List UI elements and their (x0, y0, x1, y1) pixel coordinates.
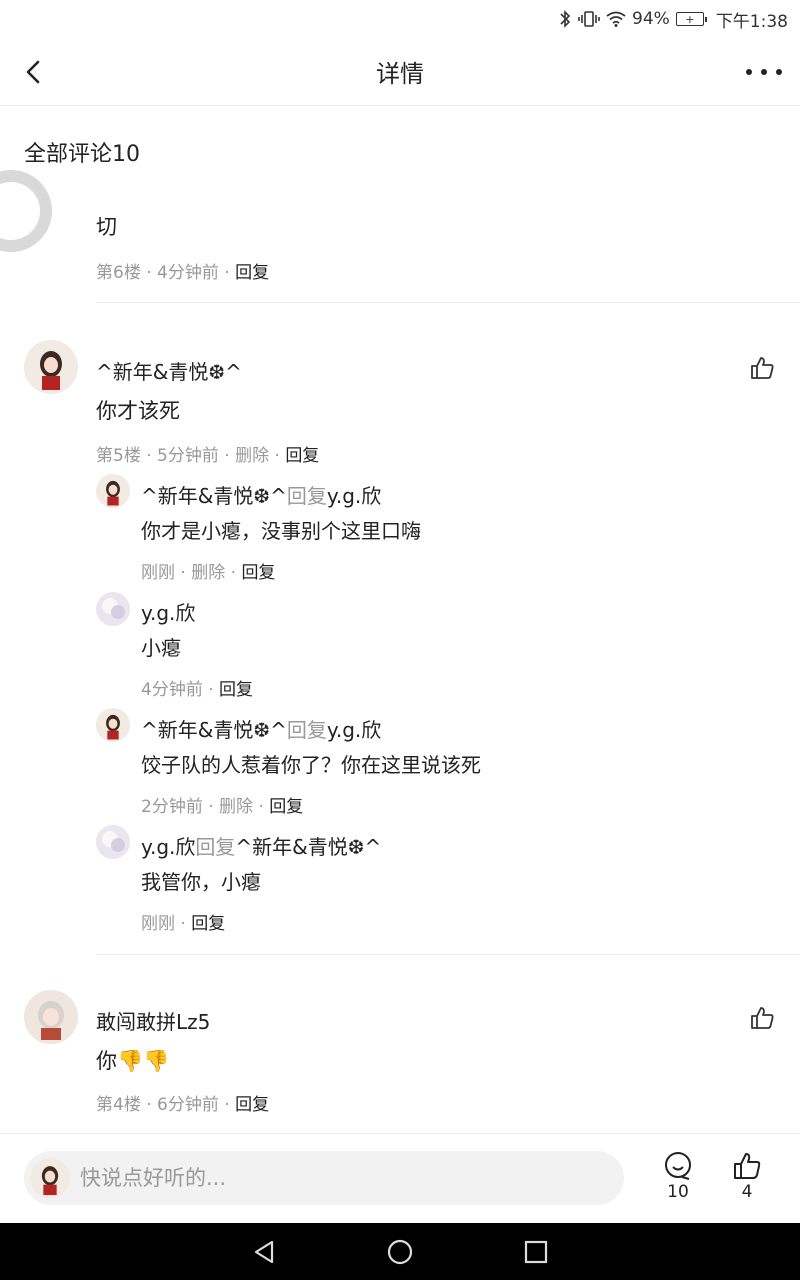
comment-count: 10 (667, 1182, 689, 1202)
page-title: 详情 (376, 60, 424, 88)
floor-label: 第6楼 (96, 263, 141, 283)
like-icon[interactable] (748, 1004, 776, 1032)
reply-author[interactable]: y.g.欣 (141, 597, 195, 626)
delete-button[interactable]: 删除 (191, 563, 225, 583)
floor-label: 第4楼 (96, 1095, 141, 1115)
more-options-icon[interactable] (746, 60, 782, 84)
reply-to-label: 回复 (195, 835, 236, 859)
vibrate-icon (578, 10, 600, 28)
reply-button[interactable]: 回复 (219, 680, 253, 700)
reply-author-line: ^新年&青悦❆^回复y.g.欣 (141, 480, 381, 509)
reply-meta: 刚刚 · 回复 (141, 914, 226, 934)
comment-list[interactable]: 切 第6楼 · 4分钟前 · 回复 ^新年&青悦❆^ 你才该死 第5楼 · 5分… (0, 175, 800, 1133)
comment-item: 敢闯敢拼Lz5 你👎👎 第4楼 · 6分钟前 · 回复 (0, 990, 800, 1133)
status-bar: 94% + 下午1:38 (0, 0, 800, 38)
comment-text: 你才该死 (96, 399, 180, 423)
avatar (30, 1158, 70, 1198)
reply-time: 刚刚 (141, 914, 175, 934)
comment-time: 6分钟前 (157, 1095, 219, 1115)
battery-icon: + (675, 12, 707, 26)
reply-author[interactable]: ^新年&青悦❆^ (141, 718, 287, 742)
reply-to-label: 回复 (286, 718, 327, 742)
battery-plus: + (685, 12, 695, 26)
nav-recents-icon[interactable] (522, 1238, 550, 1266)
reply-meta: 4分钟前 · 回复 (141, 680, 254, 700)
reply-button[interactable]: 回复 (269, 797, 303, 817)
reply-text: 小瘪 (141, 636, 181, 660)
comment-author[interactable]: ^新年&青悦❆^ (96, 356, 242, 385)
avatar[interactable] (96, 592, 130, 626)
battery-percent: 94% (632, 9, 670, 29)
reply-button[interactable]: 回复 (241, 563, 275, 583)
reply-author-line: ^新年&青悦❆^回复y.g.欣 (141, 714, 381, 743)
comment-bubble-icon (665, 1152, 691, 1180)
reply-text: 你才是小瘪，没事别个这里口嗨 (141, 519, 421, 543)
reply-author-line: y.g.欣回复^新年&青悦❆^ (141, 831, 381, 860)
delete-button[interactable]: 删除 (235, 446, 269, 466)
comment-input-box[interactable] (24, 1151, 624, 1205)
avatar[interactable] (24, 340, 78, 394)
reply-button[interactable]: 回复 (235, 1095, 269, 1115)
reply-time: 刚刚 (141, 563, 175, 583)
comment-time: 4分钟前 (157, 263, 219, 283)
avatar[interactable] (96, 474, 130, 508)
delete-button[interactable]: 删除 (219, 797, 253, 817)
reply-text: 饺子队的人惹着你了？你在这里说该死 (141, 753, 481, 777)
reply-target[interactable]: ^新年&青悦❆^ (235, 835, 381, 859)
reply-author[interactable]: ^新年&青悦❆^ (141, 484, 287, 508)
like-count: 4 (741, 1182, 753, 1202)
comment-meta: 第6楼 · 4分钟前 · 回复 (96, 263, 270, 283)
reply-button[interactable]: 回复 (285, 446, 319, 466)
comment-author[interactable]: 敢闯敢拼Lz5 (96, 1006, 210, 1035)
avatar[interactable] (24, 990, 78, 1044)
comment-text: 你👎👎 (96, 1049, 170, 1073)
bluetooth-icon (558, 10, 572, 28)
comment-bar: 10 4 (0, 1133, 800, 1223)
header: 详情 (0, 38, 800, 106)
divider (96, 302, 800, 303)
avatar[interactable] (96, 708, 130, 742)
reply-target[interactable]: y.g.欣 (327, 484, 381, 508)
like-button[interactable]: 4 (727, 1150, 767, 1202)
thumbs-up-icon (734, 1153, 761, 1179)
reply-to-label: 回复 (286, 484, 327, 508)
comments-button[interactable]: 10 (658, 1150, 698, 1202)
clock: 下午1:38 (715, 11, 788, 32)
like-icon[interactable] (748, 354, 776, 382)
comment-item: 切 第6楼 · 4分钟前 · 回复 (0, 175, 800, 303)
system-nav-bar (0, 1223, 800, 1280)
reply-meta: 2分钟前 · 删除 · 回复 (141, 797, 304, 817)
reply-button[interactable]: 回复 (235, 263, 269, 283)
comment-time: 5分钟前 (157, 446, 219, 466)
reply-meta: 刚刚 · 删除 · 回复 (141, 563, 276, 583)
floor-label: 第5楼 (96, 446, 141, 466)
comment-input[interactable] (80, 1166, 600, 1190)
comment-item: ^新年&青悦❆^ 你才该死 第5楼 · 5分钟前 · 删除 · 回复 ^新年&青… (0, 340, 800, 955)
divider (96, 954, 800, 955)
comment-meta: 第4楼 · 6分钟前 · 回复 (96, 1095, 270, 1115)
reply-time: 2分钟前 (141, 797, 203, 817)
avatar[interactable] (96, 825, 130, 859)
reply-time: 4分钟前 (141, 680, 203, 700)
comment-text: 切 (96, 215, 117, 239)
back-arrow-icon[interactable] (18, 56, 50, 88)
reply-target[interactable]: y.g.欣 (327, 718, 381, 742)
nav-home-icon[interactable] (386, 1238, 414, 1266)
reply-text: 我管你，小瘪 (141, 870, 261, 894)
wifi-icon (606, 11, 626, 27)
nav-back-icon[interactable] (250, 1238, 278, 1266)
comments-heading: 全部评论10 (24, 142, 140, 167)
reply-author[interactable]: y.g.欣 (141, 835, 195, 859)
comment-meta: 第5楼 · 5分钟前 · 删除 · 回复 (96, 446, 320, 466)
reply-button[interactable]: 回复 (191, 914, 225, 934)
